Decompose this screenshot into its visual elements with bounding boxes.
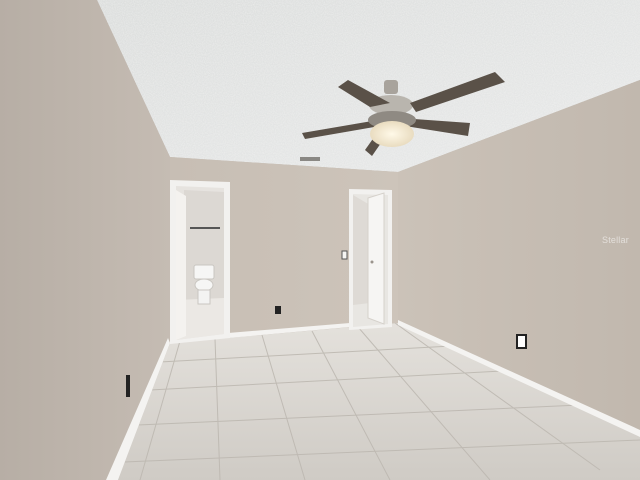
light-switch — [341, 250, 348, 260]
room-photo: Stellar — [0, 0, 640, 480]
watermark-text: Stellar — [602, 235, 629, 245]
ceiling-vent — [300, 157, 320, 161]
bathroom-doorway — [170, 180, 230, 344]
room-scene — [0, 0, 640, 480]
closet-doorway — [349, 189, 392, 330]
